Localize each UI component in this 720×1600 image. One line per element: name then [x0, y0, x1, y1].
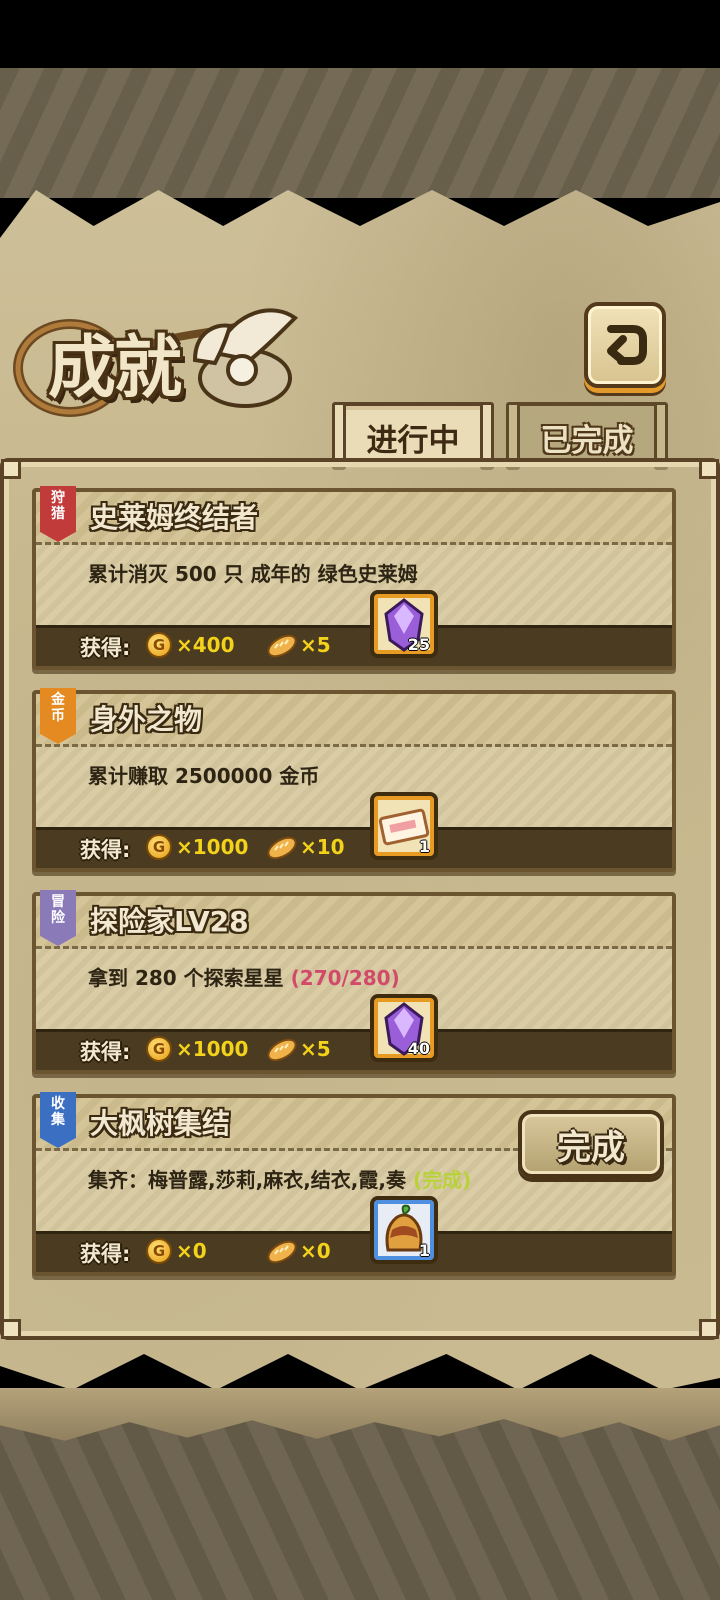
bread-icon [267, 1240, 297, 1264]
category-badge: 冒 险 [40, 890, 76, 946]
map-background-top [0, 68, 720, 198]
badge-char: 狩 [51, 490, 65, 506]
reward-item-slot[interactable]: 25 [370, 590, 438, 658]
reward-label: 获得: [80, 1040, 131, 1064]
item-count: 25 [407, 635, 430, 654]
bread-reward: ×0 [300, 1239, 331, 1263]
tab-post [332, 402, 346, 470]
tab-post [654, 402, 668, 470]
badge-char: 冒 [51, 894, 65, 910]
reward-item-slot[interactable]: 1 [370, 792, 438, 860]
achievement-description: 累计赚取 2500000 金币 [88, 760, 319, 789]
description-text: 累计赚取 2500000 金币 [88, 764, 320, 788]
tab-post [506, 402, 520, 470]
reward-bar: 获得: G ×1000 ×10 [36, 827, 672, 868]
category-badge: 狩 猎 [40, 486, 76, 542]
badge-char: 猎 [51, 506, 65, 522]
frame-corner [1, 1319, 21, 1339]
item-count: 1 [418, 837, 430, 856]
reward-bar: 获得: G ×400 ×5 [36, 625, 672, 666]
achievement-title: 史莱姆终结者 [90, 501, 259, 534]
frame-corner [699, 1319, 719, 1339]
bread-icon [267, 1038, 297, 1062]
badge-char: 险 [51, 910, 65, 926]
progress-text: (270/280) [290, 966, 400, 990]
reward-label: 获得: [80, 838, 131, 862]
tab-in-progress[interactable]: 进行中 [332, 402, 494, 470]
badge-char: 金 [51, 692, 65, 708]
achievement-card[interactable]: 金 币 身外之物 累计赚取 2500000 金币 获得: G ×1000 ×10… [32, 688, 676, 872]
achievement-description: 集齐：梅普露,莎莉,麻衣,结衣,霞,奏 (完成) [88, 1164, 471, 1193]
gold-coin-icon: G [146, 834, 172, 860]
gold-reward: ×1000 [176, 835, 249, 859]
gold-coin-icon: G [146, 1036, 172, 1062]
item-count: 40 [407, 1039, 430, 1058]
reward-label: 获得: [80, 636, 131, 660]
return-arrow-icon [607, 325, 647, 365]
tab-completed[interactable]: 已完成 [506, 402, 668, 470]
achievement-card[interactable]: 冒 险 探险家LV28 拿到 280 个探索星星 (270/280) 获得: G… [32, 890, 676, 1074]
description-text: 累计消灭 500 只 成年的 绿色史莱姆 [88, 562, 418, 586]
reward-bar: 获得: G ×0 ×0 [36, 1231, 672, 1272]
badge-char: 集 [51, 1112, 65, 1128]
achievement-title: 探险家LV28 [90, 905, 249, 938]
achievement-description: 拿到 280 个探索星星 (270/280) [88, 962, 400, 991]
description-text: 拿到 280 个探索星星 [88, 966, 284, 990]
back-button[interactable] [584, 302, 666, 388]
status-bar [0, 0, 720, 68]
frame-corner [699, 459, 719, 479]
badge-char: 收 [51, 1096, 65, 1112]
bread-icon [267, 634, 297, 658]
tab-post [480, 402, 494, 470]
gold-reward: ×400 [176, 633, 235, 657]
bread-icon [267, 836, 297, 860]
complete-button[interactable]: 完成 [518, 1110, 664, 1178]
category-badge: 金 币 [40, 688, 76, 744]
progress-text: (完成) [412, 1168, 472, 1192]
badge-char: 币 [51, 708, 65, 724]
page-title: 成就 [48, 329, 182, 408]
achievement-card[interactable]: 狩 猎 史莱姆终结者 累计消灭 500 只 成年的 绿色史莱姆 获得: G ×4… [32, 486, 676, 670]
category-badge: 收 集 [40, 1092, 76, 1148]
gold-coin-icon: G [146, 1238, 172, 1264]
bread-reward: ×10 [300, 835, 345, 859]
bread-reward: ×5 [300, 633, 331, 657]
reward-item-slot[interactable]: 1 [370, 1196, 438, 1264]
bread-reward: ×5 [300, 1037, 331, 1061]
reward-item-slot[interactable]: 40 [370, 994, 438, 1062]
reward-bar: 获得: G ×1000 ×5 [36, 1029, 672, 1070]
gold-reward: ×0 [176, 1239, 207, 1263]
achievement-description: 累计消灭 500 只 成年的 绿色史莱姆 [88, 558, 418, 587]
frame-corner [1, 459, 21, 479]
item-count: 1 [418, 1241, 430, 1260]
achievement-title: 大枫树集结 [90, 1107, 231, 1140]
tab-label: 已完成 [540, 422, 634, 459]
description-text: 集齐：梅普露,莎莉,麻衣,结衣,霞,奏 [88, 1168, 406, 1192]
gold-reward: ×1000 [176, 1037, 249, 1061]
achievement-title: 身外之物 [90, 703, 203, 736]
tab-label: 进行中 [366, 422, 460, 459]
gold-coin-icon: G [146, 632, 172, 658]
reward-label: 获得: [80, 1242, 131, 1266]
